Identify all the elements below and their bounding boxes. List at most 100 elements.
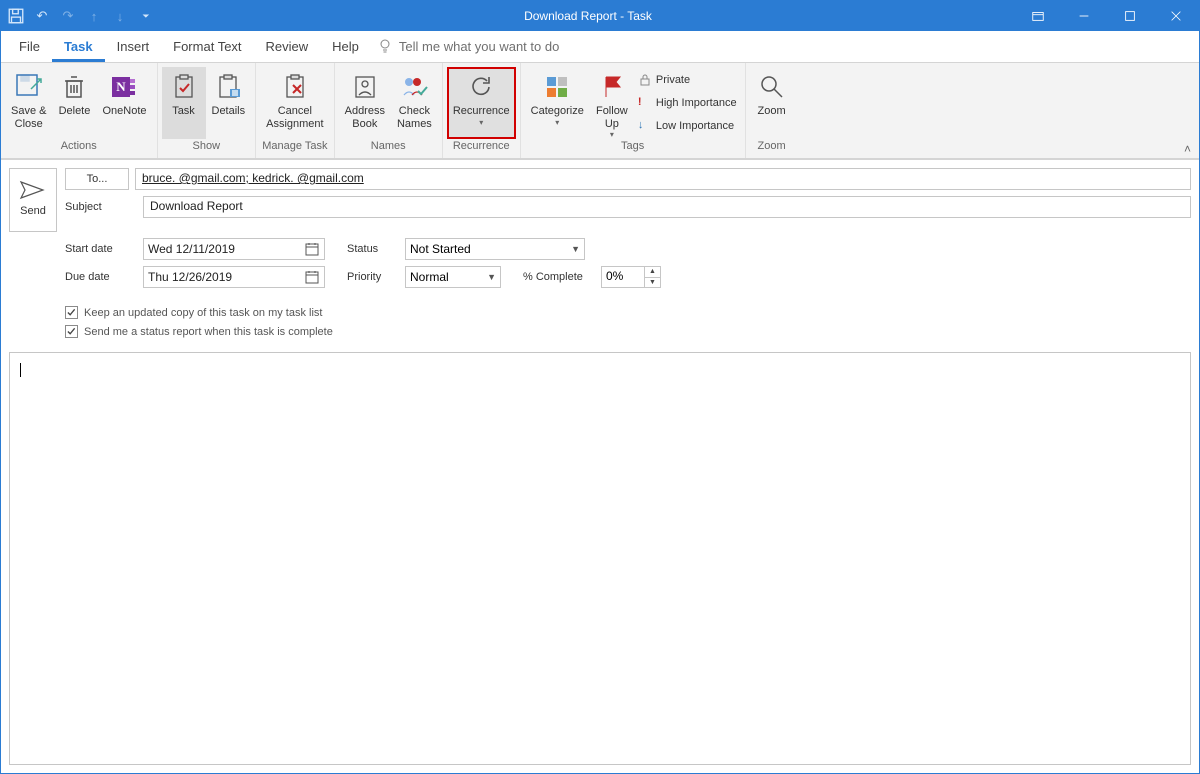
- check-names-icon: [398, 71, 430, 103]
- followup-button[interactable]: Follow Up ▾: [590, 67, 634, 139]
- flag-icon: [596, 71, 628, 103]
- task-form: Send To... bruce. @gmail.com; kedrick. @…: [1, 159, 1199, 773]
- categorize-icon: [541, 71, 573, 103]
- chevron-down-icon: ▾: [479, 118, 483, 127]
- group-names-label: Names: [335, 140, 442, 158]
- tell-me[interactable]: Tell me what you want to do: [377, 38, 559, 62]
- save-close-icon: [13, 71, 45, 103]
- group-manage-label: Manage Task: [256, 140, 333, 158]
- start-date-label: Start date: [65, 243, 137, 255]
- qat-more-icon[interactable]: ⏷: [137, 7, 155, 25]
- subject-label: Subject: [65, 201, 137, 213]
- tab-file[interactable]: File: [7, 33, 52, 62]
- start-date-field[interactable]: Wed 12/11/2019: [143, 238, 325, 260]
- calendar-icon[interactable]: [304, 241, 320, 257]
- minimize-button[interactable]: [1061, 1, 1107, 31]
- status-label: Status: [347, 243, 399, 255]
- group-manage-task: Cancel Assignment Manage Task: [256, 63, 334, 158]
- chevron-down-icon: ▼: [571, 244, 580, 254]
- spin-down[interactable]: ▼: [645, 278, 660, 288]
- tab-review[interactable]: Review: [254, 33, 321, 62]
- group-recurrence: Recurrence ▾ Recurrence: [443, 63, 521, 158]
- low-importance-icon: ↓: [638, 119, 652, 133]
- checkbox-checked-icon: [65, 306, 78, 319]
- address-book-button[interactable]: Address Book: [339, 67, 391, 139]
- keep-copy-checkbox-row[interactable]: Keep an updated copy of this task on my …: [65, 306, 1191, 319]
- percent-complete-label: % Complete: [523, 271, 595, 283]
- delete-icon: [58, 71, 90, 103]
- task-icon: [168, 71, 200, 103]
- calendar-icon[interactable]: [304, 269, 320, 285]
- chevron-down-icon: ▼: [487, 272, 496, 282]
- svg-text:N: N: [117, 79, 127, 94]
- status-select[interactable]: Not Started▼: [405, 238, 585, 260]
- importance-stack: Private !High Importance ↓Low Importance: [634, 67, 741, 139]
- due-date-label: Due date: [65, 271, 137, 283]
- ribbon-tabs: File Task Insert Format Text Review Help…: [1, 31, 1199, 63]
- group-show-label: Show: [158, 140, 256, 158]
- priority-select[interactable]: Normal▼: [405, 266, 501, 288]
- to-field[interactable]: bruce. @gmail.com; kedrick. @gmail.com: [135, 168, 1191, 190]
- group-recurrence-label: Recurrence: [443, 140, 520, 158]
- high-importance-icon: !: [638, 96, 652, 110]
- collapse-ribbon-icon[interactable]: ˄: [1184, 142, 1191, 156]
- window-title: Download Report - Task: [161, 9, 1015, 23]
- group-show: Task Details Show: [158, 63, 257, 158]
- to-button[interactable]: To...: [65, 168, 129, 190]
- group-zoom-label: Zoom: [746, 140, 798, 158]
- group-names: Address Book Check Names Names: [335, 63, 443, 158]
- private-button[interactable]: Private: [638, 69, 737, 91]
- tab-insert[interactable]: Insert: [105, 33, 162, 62]
- tell-me-label: Tell me what you want to do: [399, 39, 559, 54]
- window-controls: [1015, 1, 1199, 31]
- delete-button[interactable]: Delete: [52, 67, 96, 139]
- low-importance-button[interactable]: ↓Low Importance: [638, 115, 737, 137]
- onenote-icon: N: [108, 71, 140, 103]
- check-names-button[interactable]: Check Names: [391, 67, 438, 139]
- percent-complete-field[interactable]: 0% ▲ ▼: [601, 266, 661, 288]
- recurrence-button[interactable]: Recurrence ▾: [447, 67, 516, 139]
- group-actions-label: Actions: [1, 140, 157, 158]
- body-editor[interactable]: [9, 352, 1191, 765]
- group-zoom: Zoom Zoom: [746, 63, 798, 158]
- task-view-button[interactable]: Task: [162, 67, 206, 139]
- next-icon[interactable]: ↓: [111, 7, 129, 25]
- cancel-assignment-icon: [279, 71, 311, 103]
- save-icon[interactable]: [7, 7, 25, 25]
- group-tags-label: Tags: [521, 140, 745, 158]
- details-button[interactable]: Details: [206, 67, 252, 139]
- redo-icon[interactable]: ↷: [59, 7, 77, 25]
- tab-help[interactable]: Help: [320, 33, 371, 62]
- save-close-button[interactable]: Save & Close: [5, 67, 52, 139]
- priority-label: Priority: [347, 271, 399, 283]
- due-date-field[interactable]: Thu 12/26/2019: [143, 266, 325, 288]
- tab-format-text[interactable]: Format Text: [161, 33, 253, 62]
- lightbulb-icon: [377, 38, 393, 54]
- chevron-down-icon: ▾: [555, 118, 559, 127]
- titlebar: ↶ ↷ ↑ ↓ ⏷ Download Report - Task: [1, 1, 1199, 31]
- ribbon-options-button[interactable]: [1015, 1, 1061, 31]
- undo-icon[interactable]: ↶: [33, 7, 51, 25]
- details-icon: [212, 71, 244, 103]
- high-importance-button[interactable]: !High Importance: [638, 92, 737, 114]
- onenote-button[interactable]: N OneNote: [96, 67, 152, 139]
- checkbox-checked-icon: [65, 325, 78, 338]
- status-report-checkbox-row[interactable]: Send me a status report when this task i…: [65, 325, 1191, 338]
- text-cursor: [20, 363, 21, 377]
- group-actions: Save & Close Delete N OneNote Actions: [1, 63, 158, 158]
- group-tags: Categorize ▾ Follow Up ▾ Private !High I…: [521, 63, 746, 158]
- spin-buttons: ▲ ▼: [644, 267, 660, 287]
- close-button[interactable]: [1153, 1, 1199, 31]
- tab-task[interactable]: Task: [52, 33, 105, 62]
- prev-icon[interactable]: ↑: [85, 7, 103, 25]
- spin-up[interactable]: ▲: [645, 267, 660, 278]
- zoom-button[interactable]: Zoom: [750, 67, 794, 139]
- maximize-button[interactable]: [1107, 1, 1153, 31]
- send-icon: [19, 179, 47, 201]
- lock-icon: [638, 73, 652, 87]
- subject-field[interactable]: Download Report: [143, 196, 1191, 218]
- cancel-assignment-button[interactable]: Cancel Assignment: [260, 67, 329, 139]
- send-button[interactable]: Send: [9, 168, 57, 232]
- quick-access-toolbar: ↶ ↷ ↑ ↓ ⏷: [1, 7, 161, 25]
- categorize-button[interactable]: Categorize ▾: [525, 67, 590, 139]
